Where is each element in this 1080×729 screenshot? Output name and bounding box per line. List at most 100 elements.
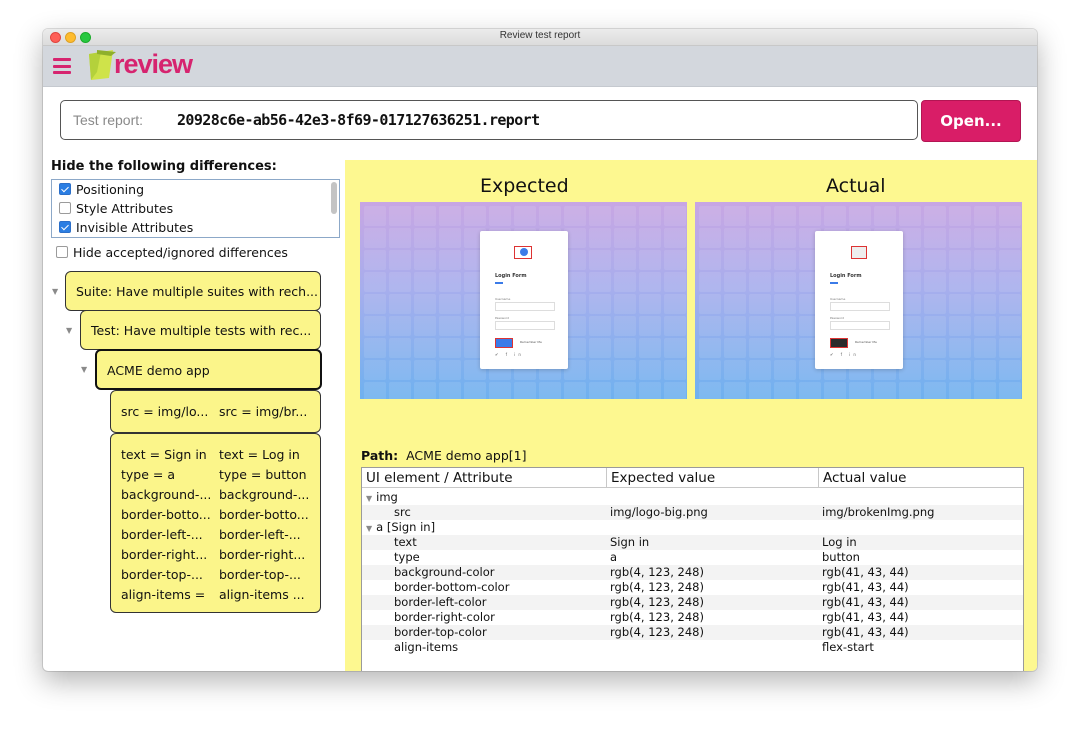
expected-value: rgb(4, 123, 248) [610,580,704,594]
hide-accepted-checkbox[interactable]: Hide accepted/ignored differences [56,245,288,260]
attr-expected-line: type = a [121,467,176,482]
open-button[interactable]: Open... [921,100,1021,142]
log-in-button-preview [830,338,848,348]
tree-node-img-diff[interactable]: src = img/lo... src = img/br... [110,390,321,433]
logo-text: review [114,49,193,79]
expand-arrow-icon[interactable]: ▼ [81,365,87,374]
tree-node-link-diff[interactable]: text = Sign in text = Log in type = a type … [110,433,321,613]
attr-actual-line: align-items ... [219,587,305,602]
attribute-name: text [394,535,417,549]
expand-arrow-icon[interactable]: ▼ [366,494,372,503]
attr-actual-line: type = button [219,467,307,482]
attr-expected-line: border-right... [121,547,208,562]
expand-arrow-icon[interactable]: ▼ [366,524,372,533]
report-label: Test report: [73,112,144,128]
expected-value: rgb(4, 123, 248) [610,595,704,609]
expand-arrow-icon[interactable]: ▼ [66,326,72,335]
column-header-element[interactable]: UI element / Attribute [362,468,607,488]
expected-title: Expected [480,175,569,197]
attribute-table[interactable]: UI element / Attribute Expected value Ac… [361,467,1024,671]
attribute-name: border-top-color [394,625,487,639]
actual-value: button [822,550,860,564]
logo-image-icon [514,246,532,259]
table-row[interactable]: align-items flex-start [362,640,1023,655]
attr-expected-line: background-... [121,487,212,502]
attribute-name: ▼ img [366,490,398,504]
login-card: Login Form Username Password Remember Me… [480,231,568,369]
table-row[interactable]: ▼ img [362,490,1023,505]
attr-expected-line: border-top-... [121,567,203,582]
report-path-field[interactable]: Test report: 20928c6e-ab56-42e3-8f69-017… [60,100,918,140]
attribute-name: border-bottom-color [394,580,510,594]
attr-expected-line: align-items = [121,587,206,602]
checkbox-checked-icon[interactable] [59,221,71,233]
attr-actual-line: border-botto... [219,507,309,522]
tree-node-suite[interactable]: Suite: Have multiple suites with rech... [65,271,321,311]
comparison-panel: Expected Actual Login Form Username Pass… [345,160,1037,671]
expected-screenshot[interactable]: Login Form Username Password Remember Me… [360,202,687,399]
attribute-name: type [394,550,420,564]
actual-value: flex-start [822,640,874,654]
attr-expected-line: border-botto... [121,507,211,522]
table-row[interactable]: type a button [362,550,1023,565]
actual-value: rgb(41, 43, 44) [822,580,909,594]
filters-scrollbar[interactable] [331,182,337,214]
tree-node-test[interactable]: Test: Have multiple tests with rec... [80,310,321,350]
expected-value: img/logo-big.png [610,505,708,519]
table-row[interactable]: text Sign in Log in [362,535,1023,550]
path-label: Path: ACME demo app[1] [361,448,527,463]
column-header-expected[interactable]: Expected value [607,468,819,488]
table-row[interactable]: ▼ a [Sign in] [362,520,1023,535]
filters-title: Hide the following differences: [51,159,277,174]
expected-value: rgb(4, 123, 248) [610,565,704,579]
table-row[interactable]: border-left-color rgb(4, 123, 248) rgb(41,… [362,595,1023,610]
app-window: Review test report review Test report: 2… [43,29,1037,671]
title-bar: Review test report [43,29,1037,46]
filter-style-attributes[interactable]: Style Attributes [59,200,173,218]
table-row[interactable]: background-color rgb(4, 123, 248) rgb(41, … [362,565,1023,580]
actual-value: rgb(41, 43, 44) [822,625,909,639]
attr-actual-line: text = Log in [219,447,300,462]
attr-actual-line: border-top-... [219,567,301,582]
actual-value: rgb(41, 43, 44) [822,565,909,579]
attr-actual-line: border-right... [219,547,306,562]
attribute-name: background-color [394,565,495,579]
checkbox-checked-icon[interactable] [59,183,71,195]
window-title: Review test report [499,30,581,41]
expected-value: Sign in [610,535,650,549]
path-value: ACME demo app[1] [406,448,527,463]
logo-icon [89,50,116,80]
actual-value: rgb(41, 43, 44) [822,595,909,609]
checkbox-unchecked-icon[interactable] [59,202,71,214]
attribute-name: src [394,505,411,519]
filter-positioning[interactable]: Positioning [59,181,144,199]
attr-actual-line: border-left-... [219,527,301,542]
tree-node-app[interactable]: ACME demo app [95,349,322,390]
attr-actual-line: background-... [219,487,310,502]
table-row[interactable]: border-top-color rgb(4, 123, 248) rgb(41, … [362,625,1023,640]
hamburger-icon[interactable] [53,58,71,74]
report-value: 20928c6e-ab56-42e3-8f69-017127636251.rep… [177,111,540,129]
actual-value: Log in [822,535,857,549]
actual-screenshot[interactable]: Login Form Username Password Remember Me… [695,202,1022,399]
checkbox-unchecked-icon[interactable] [56,246,68,258]
filters-list[interactable]: Positioning Style Attributes Invisible A… [51,179,340,238]
expand-arrow-icon[interactable]: ▼ [52,287,58,296]
app-header: review [43,46,1037,87]
expected-value: rgb(4, 123, 248) [610,625,704,639]
actual-title: Actual [826,175,886,197]
expected-value: rgb(4, 123, 248) [610,610,704,624]
table-row[interactable]: border-right-color rgb(4, 123, 248) rgb(41… [362,610,1023,625]
attribute-name: ▼ a [Sign in] [366,520,436,534]
table-row[interactable]: src img/logo-big.png img/brokenImg.png [362,505,1023,520]
social-icons: ✔ f in [495,352,524,357]
actual-value: rgb(41, 43, 44) [822,610,909,624]
filter-invisible-attributes[interactable]: Invisible Attributes [59,219,193,237]
attribute-name: border-right-color [394,610,495,624]
social-icons: ✔ f in [830,352,859,357]
broken-image-icon [851,246,867,259]
actual-value: img/brokenImg.png [822,505,935,519]
table-row[interactable]: border-bottom-color rgb(4, 123, 248) rgb(4… [362,580,1023,595]
column-header-actual[interactable]: Actual value [819,468,1023,488]
attr-expected-line: text = Sign in [121,447,207,462]
